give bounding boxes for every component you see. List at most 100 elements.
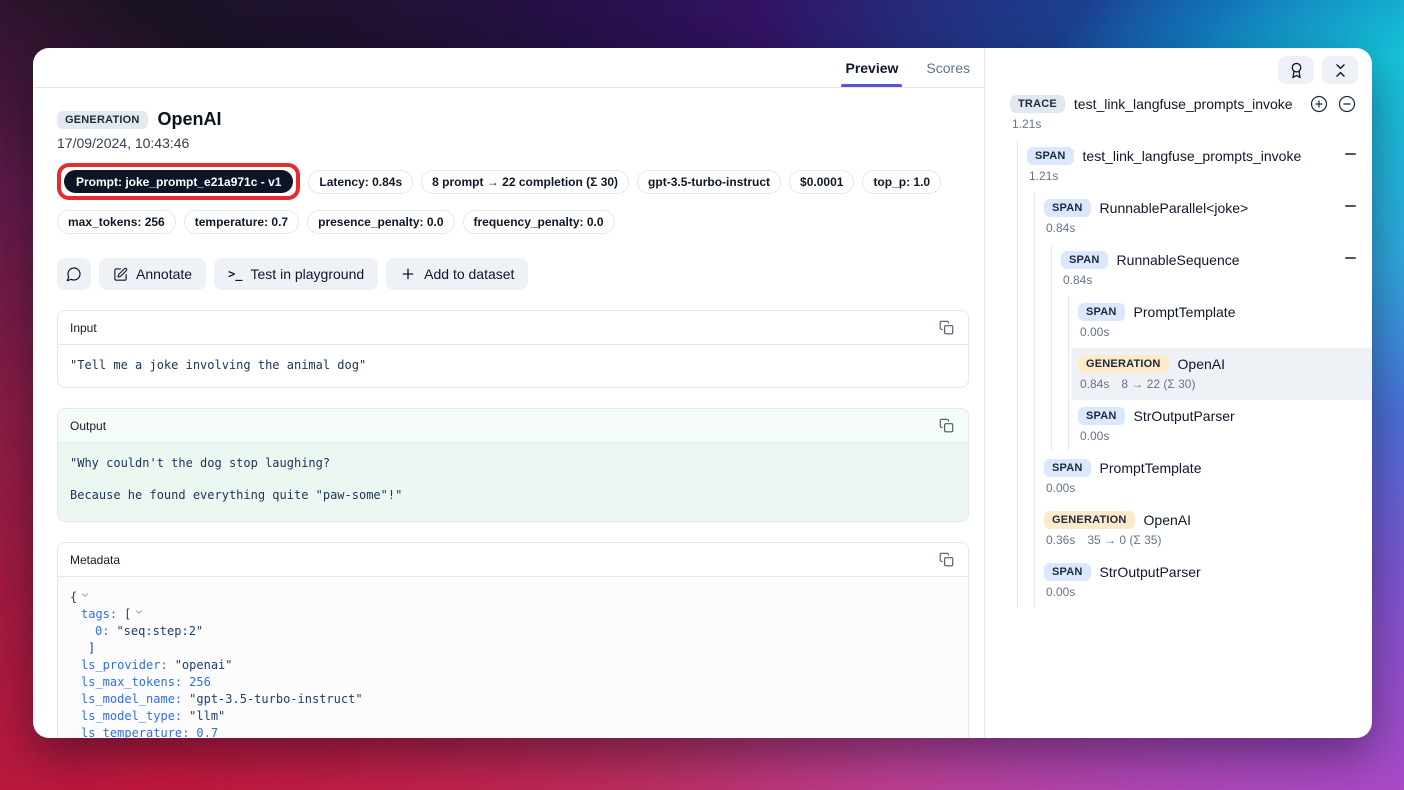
collapse-icon	[1332, 62, 1349, 79]
sidebar-actions	[1010, 56, 1358, 84]
generation-detail-panel: Preview Scores GENERATION OpenAI 17/09/2…	[33, 48, 985, 738]
add-to-dataset-label: Add to dataset	[424, 266, 514, 282]
span-duration: 0.00s	[1080, 429, 1109, 443]
span-node: SPAN RunnableSequence 0.84s	[1061, 244, 1356, 452]
collapse-panel-button[interactable]	[1322, 56, 1358, 84]
add-to-dataset-button[interactable]: Add to dataset	[386, 258, 528, 290]
generation-name: OpenAI	[1178, 356, 1225, 372]
actions-row: Annotate >_ Test in playground Add to da…	[57, 258, 969, 290]
output-line-2: Because he found everything quite "paw-s…	[70, 487, 956, 503]
span-node: SPAN RunnableParallel<joke> 0.84s	[1044, 192, 1356, 452]
output-blank-line	[70, 471, 956, 487]
json-line: ]	[70, 640, 956, 657]
span-duration: 0.84s	[1046, 221, 1075, 235]
span-badge: SPAN	[1078, 407, 1125, 425]
span-row[interactable]: SPAN StrOutputParser 0.00s	[1078, 400, 1356, 452]
copy-output-button[interactable]	[937, 416, 956, 435]
span-row[interactable]: SPAN RunnableParallel<joke> 0.84s	[1044, 192, 1356, 244]
tab-preview-label: Preview	[845, 60, 898, 76]
span-name: PromptTemplate	[1100, 460, 1202, 476]
json-line: ls_model_name:"gpt-3.5-turbo-instruct"	[70, 691, 956, 708]
span-badge: SPAN	[1061, 251, 1108, 269]
span-duration: 0.00s	[1080, 325, 1109, 339]
award-button[interactable]	[1278, 56, 1314, 84]
span-badge: SPAN	[1044, 459, 1091, 477]
span-duration: 0.00s	[1046, 481, 1075, 495]
span-row[interactable]: SPAN test_link_langfuse_prompts_invoke 1…	[1027, 140, 1356, 192]
trace-row[interactable]: TRACE test_link_langfuse_prompts_invoke …	[1010, 88, 1356, 140]
json-line: 0:"seq:step:2"	[70, 623, 956, 640]
span-node: SPAN test_link_langfuse_prompts_invoke 1…	[1027, 140, 1356, 608]
timestamp: 17/09/2024, 10:43:46	[57, 135, 969, 151]
copy-input-button[interactable]	[937, 318, 956, 337]
json-line: ls_max_tokens:256	[70, 674, 956, 691]
span-duration: 1.21s	[1029, 169, 1058, 183]
span-duration: 0.00s	[1046, 585, 1075, 599]
comment-button[interactable]	[57, 258, 91, 290]
metadata-title: Metadata	[70, 553, 120, 567]
generation-row-selected[interactable]: GENERATION OpenAI 0.84s 8 → 22 (Σ 30)	[1072, 348, 1372, 400]
generation-badge: GENERATION	[1078, 355, 1169, 373]
detail-window: Preview Scores GENERATION OpenAI 17/09/2…	[33, 48, 1372, 738]
chevron-down-icon[interactable]	[134, 607, 144, 617]
tree-level-3: SPAN RunnableSequence 0.84s	[1051, 244, 1356, 452]
collapse-row-icon[interactable]	[1345, 153, 1356, 155]
copy-icon	[939, 418, 954, 433]
collapse-row-icon[interactable]	[1345, 257, 1356, 259]
tab-preview[interactable]: Preview	[843, 48, 900, 87]
prompt-pill-highlight-box: Prompt: joke_prompt_e21a971c - v1	[57, 163, 300, 200]
json-line: tags:[	[70, 606, 956, 623]
award-icon	[1288, 62, 1305, 79]
annotate-button[interactable]: Annotate	[99, 258, 206, 290]
json-line: ls_provider:"openai"	[70, 657, 956, 674]
tree-level-2: SPAN RunnableParallel<joke> 0.84s	[1034, 192, 1356, 608]
json-line: ls_temperature:0.7	[70, 725, 956, 738]
span-duration: 0.84s	[1063, 273, 1092, 287]
chevron-down-icon[interactable]	[80, 590, 90, 600]
span-row[interactable]: SPAN PromptTemplate 0.00s	[1078, 296, 1356, 348]
test-in-playground-button[interactable]: >_ Test in playground	[214, 258, 378, 290]
plus-circle-icon[interactable]	[1310, 95, 1328, 113]
output-section: Output "Why couldn't the dog stop laughi…	[57, 408, 969, 522]
main-content: GENERATION OpenAI 17/09/2024, 10:43:46 P…	[33, 88, 984, 738]
output-section-header: Output	[58, 409, 968, 443]
copy-metadata-button[interactable]	[937, 550, 956, 569]
temperature-pill: temperature: 0.7	[184, 210, 299, 234]
span-name: StrOutputParser	[1100, 564, 1201, 580]
span-row[interactable]: SPAN PromptTemplate 0.00s	[1044, 452, 1356, 504]
span-row[interactable]: SPAN RunnableSequence 0.84s	[1061, 244, 1356, 296]
span-badge: SPAN	[1044, 199, 1091, 217]
output-line-1: "Why couldn't the dog stop laughing?	[70, 455, 956, 471]
span-name: RunnableParallel<joke>	[1100, 200, 1249, 216]
token-usage-pill: 8 prompt → 22 completion (Σ 30)	[421, 170, 629, 194]
input-content: "Tell me a joke involving the animal dog…	[58, 345, 968, 387]
span-row[interactable]: SPAN StrOutputParser 0.00s	[1044, 556, 1356, 608]
annotate-icon	[113, 267, 128, 282]
span-badge: SPAN	[1078, 303, 1125, 321]
metadata-section-header: Metadata	[58, 543, 968, 577]
page-title: OpenAI	[158, 109, 222, 130]
generation-name: OpenAI	[1144, 512, 1191, 528]
output-title: Output	[70, 419, 106, 433]
span-name: PromptTemplate	[1134, 304, 1236, 320]
span-name: test_link_langfuse_prompts_invoke	[1083, 148, 1302, 164]
tab-bar: Preview Scores	[33, 48, 984, 88]
latency-pill: Latency: 0.84s	[308, 170, 413, 194]
json-line: {	[70, 589, 956, 606]
tab-scores[interactable]: Scores	[924, 48, 972, 87]
top-p-pill: top_p: 1.0	[862, 170, 941, 194]
span-name: RunnableSequence	[1117, 252, 1240, 268]
tree-level-4: SPAN PromptTemplate 0.00s	[1068, 296, 1356, 452]
tab-scores-label: Scores	[926, 60, 970, 76]
copy-icon	[939, 320, 954, 335]
collapse-row-icon[interactable]	[1345, 205, 1356, 207]
trace-tree-panel: TRACE test_link_langfuse_prompts_invoke …	[985, 48, 1372, 738]
annotate-label: Annotate	[136, 266, 192, 282]
metadata-json: { tags:[ 0:"seq:step:2" ] ls_provider:"o…	[58, 577, 968, 738]
generation-row[interactable]: GENERATION OpenAI 0.36s 35 → 0 (Σ 35)	[1044, 504, 1356, 556]
prompt-link-pill[interactable]: Prompt: joke_prompt_e21a971c - v1	[64, 170, 293, 193]
observation-type-badge: GENERATION	[57, 111, 148, 129]
active-tab-underline	[841, 84, 902, 87]
frequency-penalty-pill: frequency_penalty: 0.0	[463, 210, 615, 234]
minus-circle-icon[interactable]	[1338, 95, 1356, 113]
